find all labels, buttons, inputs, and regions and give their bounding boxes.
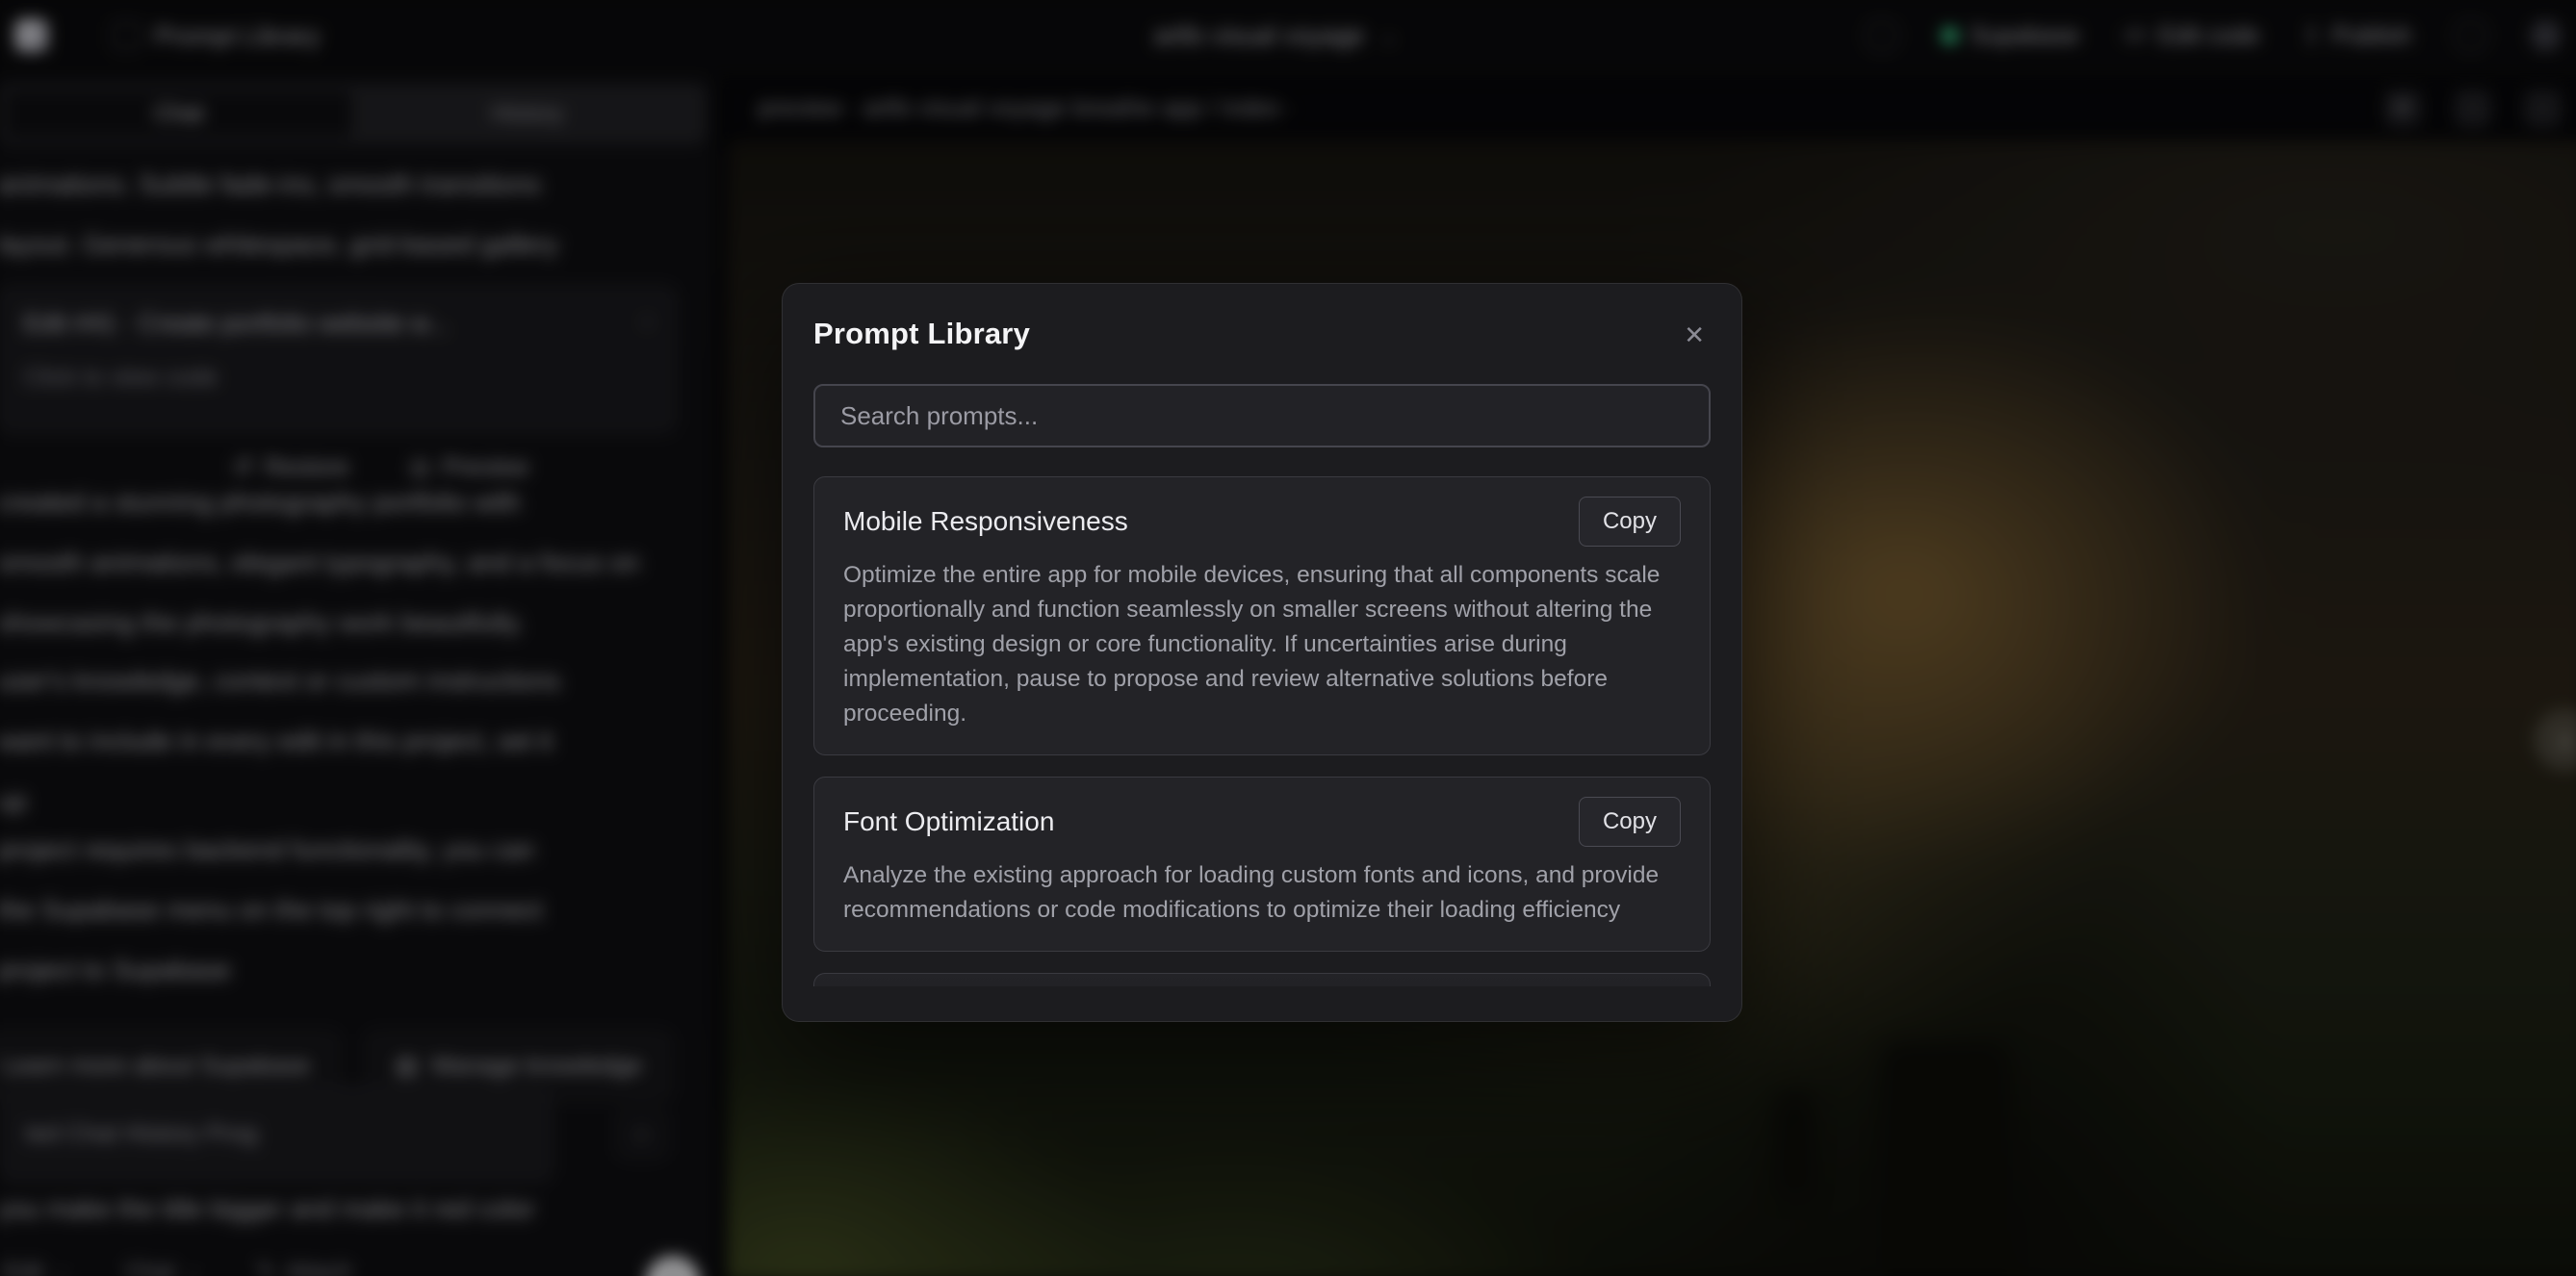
prompt-list: Mobile Responsiveness Copy Optimize the … <box>813 476 1711 986</box>
search-box <box>813 384 1711 447</box>
prompt-library-modal: Prompt Library ✕ Mobile Responsiveness C… <box>782 283 1742 1022</box>
prompt-title: Font Optimization <box>843 806 1054 837</box>
prompt-title: Mobile Responsiveness <box>843 506 1128 537</box>
prompt-description: Optimize the entire app for mobile devic… <box>843 558 1681 731</box>
modal-title: Prompt Library <box>813 317 1030 351</box>
app-root: Prompt Library artfo visual voyage ⌄ Sup… <box>0 0 2576 1276</box>
prompt-description: Analyze the existing approach for loadin… <box>843 858 1681 928</box>
close-icon[interactable]: ✕ <box>1678 317 1711 353</box>
copy-button[interactable]: Copy <box>1579 797 1681 847</box>
prompt-card-font-optimization: Font Optimization Copy Analyze the exist… <box>813 777 1711 952</box>
search-input[interactable] <box>840 401 1684 431</box>
prompt-card-partial <box>813 973 1711 986</box>
prompt-card-mobile-responsiveness: Mobile Responsiveness Copy Optimize the … <box>813 476 1711 755</box>
copy-button[interactable]: Copy <box>1579 497 1681 547</box>
